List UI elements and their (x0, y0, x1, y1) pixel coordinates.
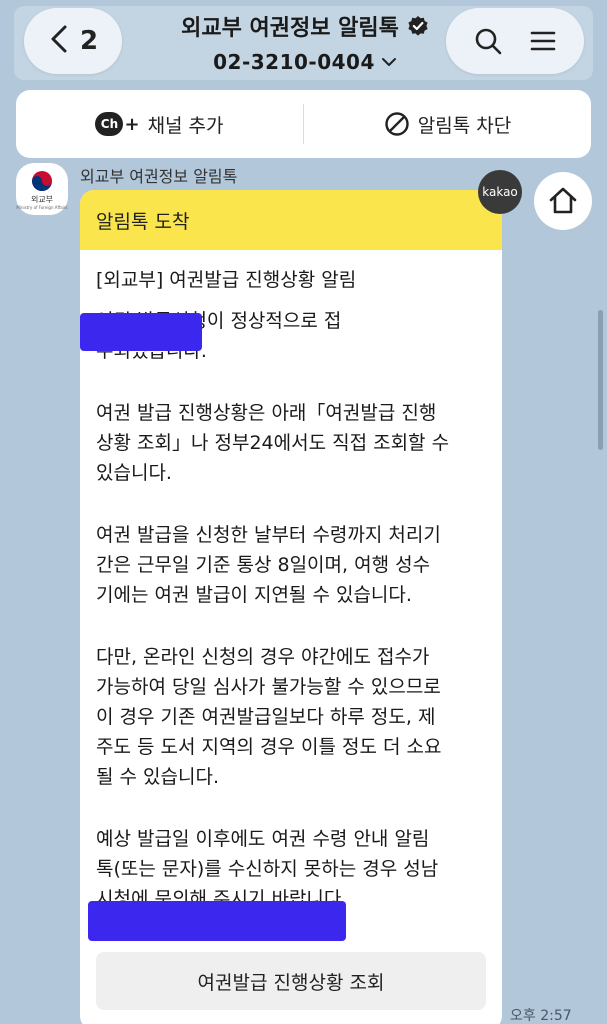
back-button[interactable]: 2 (24, 8, 122, 74)
channel-action-bar: Ch + 채널 추가 알림톡 차단 (16, 90, 591, 158)
redaction-block (80, 313, 202, 351)
taegeuk-logo-icon (30, 169, 54, 193)
message-paragraph: 여권 발급 진행상황은 아래「여권발급 진행 상황 조회」나 정부24에서도 직… (96, 402, 450, 484)
menu-icon[interactable] (528, 26, 558, 56)
channel-icon-text: Ch (95, 112, 124, 136)
message-paragraph: 다만, 온라인 신청의 경우 야간에도 접수가 가능하여 당일 심사가 불가능할… (96, 646, 442, 788)
chevron-down-icon (381, 56, 397, 68)
add-channel-button[interactable]: Ch + 채널 추가 (16, 90, 303, 158)
passport-status-check-button[interactable]: 여권발급 진행상황 조회 (96, 952, 486, 1010)
search-icon[interactable] (473, 26, 503, 56)
unread-count: 2 (79, 26, 99, 56)
verified-badge-icon (407, 15, 429, 37)
chat-title: 외교부 여권정보 알림톡 (181, 16, 399, 41)
avatar-label: 외교부 (30, 194, 54, 204)
chat-title-area[interactable]: 외교부 여권정보 알림톡 02-3210-0404 (140, 10, 470, 74)
chevron-left-icon (48, 24, 70, 58)
home-icon (547, 185, 579, 217)
home-button[interactable] (534, 172, 592, 230)
plus-icon: + (124, 113, 140, 135)
avatar-sublabel: Ministry of Foreign Affairs (16, 204, 68, 210)
message-title: [외교부] 여권발급 진행상황 알림 (96, 269, 357, 291)
scrollbar[interactable] (598, 310, 603, 450)
message-timestamp: 오후 2:57 (510, 1008, 572, 1024)
chat-phone-number: 02-3210-0404 (213, 50, 375, 74)
message-card-header: 알림톡 도착 (80, 190, 502, 250)
add-channel-label: 채널 추가 (147, 114, 224, 137)
message-paragraph: 여권 발급을 신청한 날부터 수령까지 처리기 간은 근무일 기준 통상 8일이… (96, 524, 441, 606)
kakao-badge: kakao (478, 170, 522, 214)
block-alimtalk-label: 알림톡 차단 (417, 114, 512, 137)
sender-avatar[interactable]: 외교부 Ministry of Foreign Affairs (16, 163, 68, 215)
chat-header: 2 외교부 여권정보 알림톡 02-3210-0404 (0, 0, 607, 88)
header-actions (446, 8, 584, 74)
channel-add-icon: Ch + (95, 112, 140, 136)
block-alimtalk-button[interactable]: 알림톡 차단 (304, 90, 591, 158)
block-icon (384, 111, 410, 137)
sender-name: 외교부 여권정보 알림톡 (80, 167, 238, 186)
redaction-block (88, 901, 346, 941)
message-card-header-label: 알림톡 도착 (96, 210, 190, 233)
